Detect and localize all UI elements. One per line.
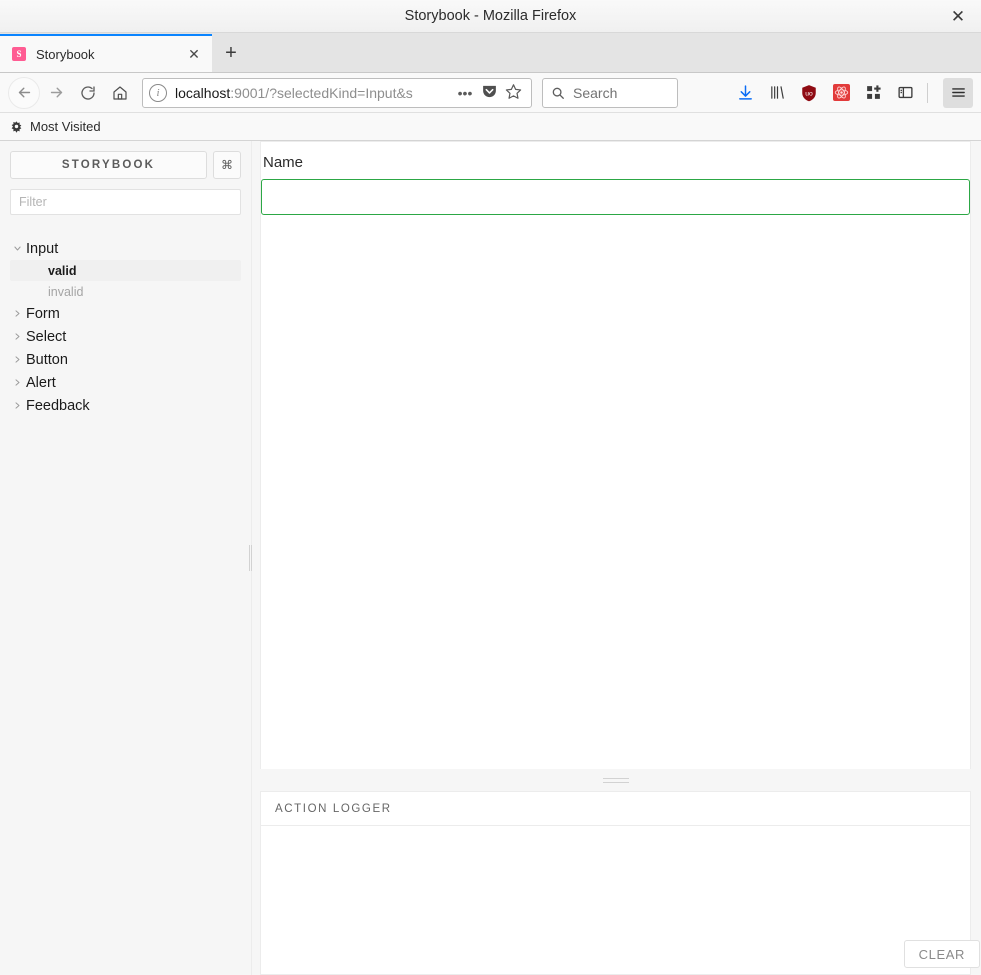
- sidebar-kind-label: Input: [26, 240, 59, 257]
- sidebar-item-select[interactable]: Select: [10, 325, 241, 348]
- forward-button[interactable]: [40, 77, 72, 109]
- addons-grid-icon[interactable]: [858, 78, 888, 108]
- window-close-button[interactable]: ✕: [935, 0, 981, 33]
- sidebar-kind-label: Feedback: [26, 397, 90, 414]
- chevron-right-icon: [10, 401, 24, 410]
- hamburger-menu-icon[interactable]: [943, 77, 973, 108]
- downloads-icon[interactable]: [730, 78, 760, 108]
- clear-button[interactable]: CLEAR: [903, 940, 980, 968]
- sidebar-story-valid[interactable]: valid: [10, 260, 241, 281]
- site-info-icon[interactable]: i: [149, 83, 167, 102]
- chevron-right-icon: [10, 309, 24, 318]
- tab-strip: S Storybook ✕ +: [0, 33, 981, 73]
- page-actions-icon[interactable]: •••: [453, 85, 477, 101]
- window-title: Storybook - Mozilla Firefox: [404, 8, 577, 24]
- search-bar[interactable]: Search: [542, 77, 678, 108]
- addons-tab-bar: ACTION LOGGER: [261, 792, 970, 826]
- addons-panel: ACTION LOGGER CLEAR: [260, 791, 980, 975]
- shortcuts-button[interactable]: ⌘: [213, 151, 241, 179]
- chevron-right-icon: [10, 355, 24, 364]
- sidebar-kind-label: Form: [26, 305, 60, 322]
- resize-grip-lines: [249, 545, 252, 571]
- toolbar-separator: [927, 82, 928, 103]
- storybook-sidebar: STORYBOOK ⌘ Input valid invalid Form: [0, 141, 252, 975]
- library-icon[interactable]: [762, 78, 792, 108]
- search-icon: [552, 87, 564, 99]
- sidebar-story-invalid[interactable]: invalid: [10, 281, 241, 302]
- sidebar-resize-handle[interactable]: [249, 141, 252, 975]
- url-path: :9001/?selectedKind=Input&s: [230, 84, 413, 101]
- bookmark-label: Most Visited: [30, 119, 101, 134]
- bookmark-star-icon[interactable]: [501, 83, 525, 103]
- chevron-down-icon: [10, 244, 24, 253]
- sidebar-toggle-icon[interactable]: [890, 78, 920, 108]
- storybook-favicon-icon: S: [12, 47, 26, 61]
- svg-text:uo: uo: [805, 90, 813, 97]
- sidebar-item-feedback[interactable]: Feedback: [10, 394, 241, 417]
- back-button[interactable]: [8, 76, 40, 109]
- reload-button[interactable]: [72, 77, 104, 109]
- sidebar-item-form[interactable]: Form: [10, 302, 241, 325]
- tab-action-logger[interactable]: ACTION LOGGER: [261, 803, 406, 815]
- storybook-main: Name ACTION LOGGER CLEAR: [252, 141, 981, 975]
- chevron-right-icon: [10, 378, 24, 387]
- url-bar[interactable]: i localhost:9001/?selectedKind=Input&s •…: [142, 77, 532, 108]
- storybook-brand-button[interactable]: STORYBOOK: [10, 151, 207, 179]
- name-input[interactable]: [261, 179, 970, 215]
- ublock-origin-icon[interactable]: uo: [794, 78, 824, 108]
- chevron-right-icon: [10, 332, 24, 341]
- react-devtools-icon[interactable]: [826, 78, 856, 108]
- sidebar-item-input[interactable]: Input: [10, 237, 241, 260]
- tab-title: Storybook: [36, 46, 95, 62]
- resize-grip-lines: [602, 777, 629, 783]
- action-logger-body: CLEAR: [261, 826, 980, 974]
- filter-input[interactable]: [10, 189, 241, 215]
- browser-toolbar-icons: uo: [730, 77, 973, 108]
- sidebar-item-button[interactable]: Button: [10, 348, 241, 371]
- sidebar-header: STORYBOOK ⌘: [10, 151, 241, 179]
- pocket-icon[interactable]: [477, 83, 501, 103]
- url-text: localhost:9001/?selectedKind=Input&s: [175, 85, 453, 101]
- window-titlebar: Storybook - Mozilla Firefox ✕: [0, 0, 981, 33]
- sidebar-kind-label: Alert: [26, 374, 56, 391]
- story-preview-panel: Name: [260, 141, 971, 769]
- bookmark-most-visited[interactable]: Most Visited: [10, 119, 101, 134]
- storybook-app: STORYBOOK ⌘ Input valid invalid Form: [0, 141, 981, 975]
- bookmarks-toolbar: Most Visited: [0, 113, 981, 141]
- search-input-placeholder: Search: [573, 84, 618, 101]
- sidebar-kind-label: Button: [26, 351, 68, 368]
- name-field-label: Name: [263, 154, 304, 171]
- sidebar-kind-label: Select: [26, 328, 67, 345]
- url-host: localhost: [175, 84, 231, 101]
- new-tab-button[interactable]: +: [212, 34, 250, 72]
- sidebar-item-alert[interactable]: Alert: [10, 371, 241, 394]
- most-visited-icon: [11, 121, 22, 133]
- story-tree: Input valid invalid Form Select Button A…: [10, 237, 241, 417]
- tab-close-icon[interactable]: ✕: [184, 44, 204, 64]
- home-button[interactable]: [104, 77, 136, 109]
- browser-tab-storybook[interactable]: S Storybook ✕: [0, 34, 212, 72]
- addons-resize-handle[interactable]: [260, 769, 971, 791]
- navigation-toolbar: i localhost:9001/?selectedKind=Input&s •…: [0, 73, 981, 113]
